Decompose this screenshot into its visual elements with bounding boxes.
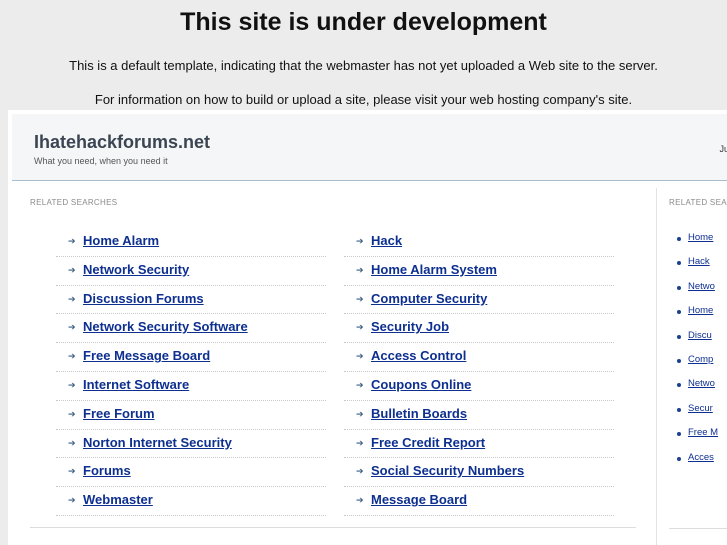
notice-line-1: This is a default template, indicating t… <box>69 58 658 73</box>
arrow-right-icon: ➔ <box>356 466 364 477</box>
search-link[interactable]: Hack <box>371 233 402 248</box>
arrow-right-icon: ➔ <box>68 437 76 448</box>
arrow-right-icon: ➔ <box>68 322 76 333</box>
bullet-icon <box>677 407 681 412</box>
search-link-item: ➔ Hack <box>344 228 614 257</box>
bullet-icon <box>677 432 681 437</box>
sidebar-link[interactable]: Home <box>688 232 713 243</box>
arrow-right-icon: ➔ <box>356 495 364 506</box>
main-divider <box>30 527 636 528</box>
search-link-item: ➔ Computer Security <box>344 286 614 315</box>
parked-page-frame: Ihatehackforums.net What you need, when … <box>8 110 727 545</box>
search-link[interactable]: Free Forum <box>83 406 155 421</box>
search-link-item: ➔ Home Alarm System <box>344 257 614 286</box>
search-link[interactable]: Security Job <box>371 319 449 334</box>
left-link-column: ➔ Home Alarm ➔ Network Security ➔ Discussion … <box>56 228 326 516</box>
site-header: Ihatehackforums.net What you need, when … <box>12 114 727 181</box>
arrow-right-icon: ➔ <box>68 236 76 246</box>
search-link-item: ➔ Internet Software <box>56 372 326 401</box>
search-link[interactable]: Free Message Board <box>83 348 210 363</box>
search-link-item: ➔ Coupons Online <box>344 372 614 401</box>
related-searches-sidebar: RELATED SEA Home Hack Netwo Home Discu Comp Ne… <box>656 188 727 545</box>
search-link-item: ➔ Free Credit Report <box>344 430 614 459</box>
sidebar-link[interactable]: Secur <box>688 403 713 414</box>
search-link[interactable]: Webmaster <box>83 492 153 507</box>
search-link-item: ➔ Forums <box>56 458 326 488</box>
bullet-icon <box>677 237 681 241</box>
search-link[interactable]: Message Board <box>371 492 467 507</box>
sidebar-link[interactable]: Home <box>688 305 713 316</box>
bullet-icon <box>677 285 681 290</box>
notice-line-2: For information on how to build or uploa… <box>94 92 633 107</box>
arrow-right-icon: ➔ <box>356 351 364 362</box>
bullet-icon <box>677 310 681 315</box>
search-link-item: ➔ Discussion Forums <box>56 286 326 315</box>
bullet-icon <box>677 383 681 388</box>
sidebar-link[interactable]: Hack <box>688 256 710 267</box>
search-link-item: ➔ Bulletin Boards <box>344 401 614 430</box>
search-link-item: ➔ Free Message Board <box>56 343 326 372</box>
search-link[interactable]: Home Alarm System <box>371 262 497 277</box>
sidebar-related-searches-label: RELATED SEA <box>669 198 727 207</box>
search-link-item: ➔ Webmaster <box>56 487 326 516</box>
search-link[interactable]: Forums <box>83 463 131 478</box>
search-link-item: ➔ Network Security <box>56 257 326 286</box>
sidebar-link[interactable]: Comp <box>688 354 713 365</box>
arrow-right-icon: ➔ <box>356 322 364 333</box>
related-searches-main: RELATED SEARCHES ➔ Home Alarm ➔ Network Sec… <box>12 188 652 545</box>
arrow-right-icon: ➔ <box>68 293 76 304</box>
bullet-icon <box>677 334 681 339</box>
arrow-right-icon: ➔ <box>356 293 364 304</box>
search-link[interactable]: Social Security Numbers <box>371 463 524 478</box>
search-link[interactable]: Internet Software <box>83 377 189 392</box>
search-link[interactable]: Norton Internet Security <box>83 435 232 450</box>
arrow-right-icon: ➔ <box>356 264 364 275</box>
sidebar-link[interactable]: Netwo <box>688 281 715 292</box>
bullet-icon <box>677 358 681 363</box>
search-link-item: ➔ Norton Internet Security <box>56 430 326 459</box>
search-link[interactable]: Coupons Online <box>371 377 471 392</box>
search-link[interactable]: Network Security Software <box>83 319 248 334</box>
arrow-right-icon: ➔ <box>68 466 76 477</box>
header-right-text: Ju <box>719 144 727 154</box>
bullet-icon <box>677 456 681 461</box>
search-link[interactable]: Access Control <box>371 348 466 363</box>
sidebar-link[interactable]: Discu <box>688 330 712 341</box>
search-link-item: ➔ Free Forum <box>56 401 326 430</box>
arrow-right-icon: ➔ <box>68 351 76 362</box>
sidebar-link[interactable]: Acces <box>688 452 714 463</box>
site-name: Ihatehackforums.net <box>34 132 211 152</box>
sidebar-link[interactable]: Netwo <box>688 378 715 389</box>
search-link-item: ➔ Security Job <box>344 314 614 344</box>
arrow-right-icon: ➔ <box>68 495 76 506</box>
sidebar-link[interactable]: Free M <box>688 427 718 438</box>
search-link[interactable]: Computer Security <box>371 291 487 306</box>
arrow-right-icon: ➔ <box>356 236 364 246</box>
arrow-right-icon: ➔ <box>356 408 364 419</box>
arrow-right-icon: ➔ <box>68 264 76 275</box>
arrow-right-icon: ➔ <box>68 379 76 390</box>
search-link[interactable]: Bulletin Boards <box>371 406 467 421</box>
search-link[interactable]: Free Credit Report <box>371 435 485 450</box>
site-tagline: What you need, when you need it <box>34 156 168 166</box>
related-searches-label: RELATED SEARCHES <box>30 198 118 207</box>
search-link-item: ➔ Home Alarm <box>56 228 326 257</box>
search-link-item: ➔ Message Board <box>344 487 614 516</box>
search-link-item: ➔ Access Control <box>344 343 614 372</box>
search-link[interactable]: Discussion Forums <box>83 291 204 306</box>
arrow-right-icon: ➔ <box>68 408 76 419</box>
arrow-right-icon: ➔ <box>356 437 364 448</box>
right-link-column: ➔ Hack ➔ Home Alarm System ➔ Computer Securit… <box>344 228 614 516</box>
search-link[interactable]: Network Security <box>83 262 189 277</box>
search-link[interactable]: Home Alarm <box>83 233 159 248</box>
search-link-item: ➔ Network Security Software <box>56 314 326 344</box>
sidebar-divider <box>669 528 727 529</box>
arrow-right-icon: ➔ <box>356 379 364 390</box>
bullet-icon <box>677 261 681 266</box>
page-title: This site is under development <box>180 8 547 36</box>
search-link-item: ➔ Social Security Numbers <box>344 458 614 488</box>
